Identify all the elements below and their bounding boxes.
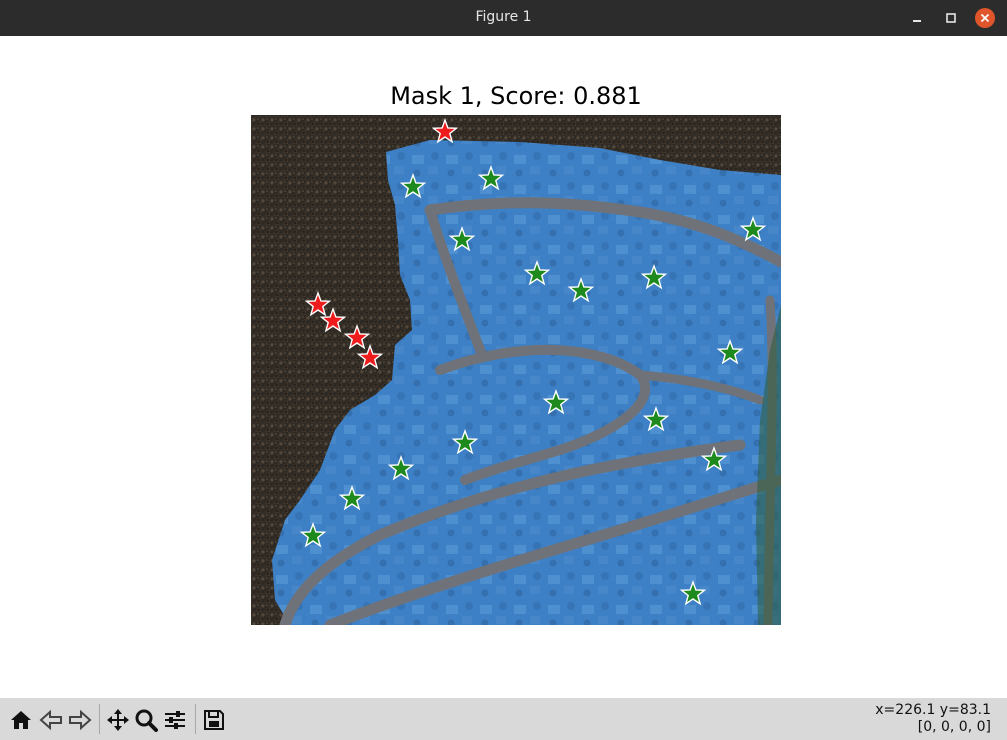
configure-subplots-icon [165, 711, 185, 729]
toolbar-separator [99, 704, 100, 734]
toolbar-separator [195, 704, 196, 734]
status-readout: x=226.1 y=83.1 [0, 0, 0, 0] [875, 702, 991, 736]
pan-icon [107, 709, 129, 731]
zoom-button[interactable] [133, 707, 159, 733]
window-title: Figure 1 [475, 9, 532, 25]
close-icon [975, 8, 995, 28]
back-icon [39, 709, 62, 731]
maximize-button[interactable] [940, 7, 962, 29]
home-button[interactable] [8, 707, 34, 733]
forward-icon [69, 709, 92, 731]
window-titlebar: Figure 1 [0, 0, 1007, 36]
minimize-button[interactable] [906, 7, 928, 29]
back-button[interactable] [38, 707, 64, 733]
pan-button[interactable] [105, 707, 131, 733]
save-button[interactable] [201, 707, 227, 733]
forward-button[interactable] [67, 707, 93, 733]
minimize-icon [913, 20, 921, 22]
configure-subplots-button[interactable] [162, 707, 188, 733]
plot-axes[interactable] [251, 115, 781, 625]
navigation-toolbar: x=226.1 y=83.1 [0, 0, 0, 0] [0, 698, 1007, 740]
save-icon [204, 710, 224, 730]
plot-title: Mask 1, Score: 0.881 [390, 82, 642, 110]
pixel-value: [0, 0, 0, 0] [917, 719, 991, 735]
home-icon [11, 711, 31, 729]
zoom-icon [135, 709, 158, 732]
close-button[interactable] [974, 7, 996, 29]
cursor-coordinates: x=226.1 y=83.1 [875, 702, 991, 718]
maximize-icon [946, 13, 956, 23]
